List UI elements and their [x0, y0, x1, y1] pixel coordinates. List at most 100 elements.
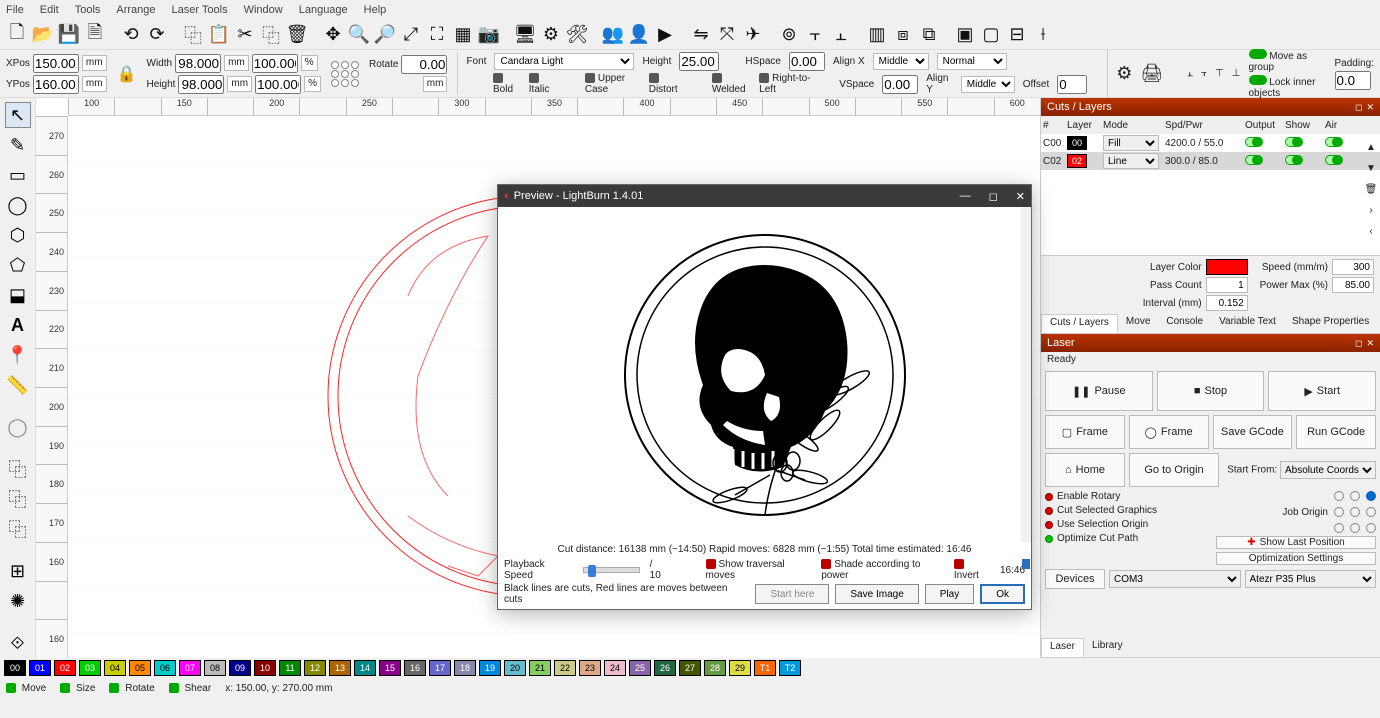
lock-inner-toggle[interactable]	[1249, 75, 1267, 85]
preview-icon[interactable]: ▦	[452, 24, 474, 46]
layer-up-icon[interactable]: ▲	[1366, 142, 1376, 153]
settings-icon[interactable]: ⚙	[540, 24, 562, 46]
mirror-h-icon[interactable]: ⇋	[690, 24, 712, 46]
save-icon[interactable]: 💾	[58, 24, 80, 46]
frame-button[interactable]: ▢ Frame	[1045, 415, 1125, 449]
star-tool[interactable]: ⬠	[5, 252, 31, 278]
arrange-3-icon[interactable]: ⧉	[918, 24, 940, 46]
marker-tool[interactable]: 📍	[5, 342, 31, 368]
palette-19[interactable]: 19	[479, 660, 501, 676]
welded-toggle[interactable]: Welded	[712, 73, 751, 95]
palette-10[interactable]: 10	[254, 660, 276, 676]
mirror-v-icon[interactable]: ⤧	[716, 24, 738, 46]
move-group-toggle[interactable]	[1249, 49, 1267, 59]
alignx-select[interactable]: Middle	[873, 53, 929, 70]
palette-24[interactable]: 24	[604, 660, 626, 676]
align-icon[interactable]: ⫟	[804, 24, 826, 46]
aligny-select[interactable]: Middle	[961, 76, 1015, 93]
open-icon[interactable]: 📂	[32, 24, 54, 46]
copy-icon[interactable]: ⿻	[182, 24, 204, 46]
palette-01[interactable]: 01	[29, 660, 51, 676]
delete-icon[interactable]: 🗑	[286, 24, 308, 46]
optimization-settings-button[interactable]: Optimization Settings	[1216, 552, 1376, 565]
palette-T2[interactable]: T2	[779, 660, 801, 676]
select-tool[interactable]: ↖	[5, 102, 31, 128]
start-here-button[interactable]: Start here	[755, 584, 829, 604]
boolean-3-tool[interactable]: ⿻	[5, 516, 31, 542]
distort-toggle[interactable]: Distort	[649, 73, 684, 95]
cuts-row[interactable]: C0000Fill4200.0 / 55.0	[1041, 134, 1380, 152]
play-button[interactable]: Play	[925, 584, 974, 604]
run-gcode-button[interactable]: Run GCode	[1296, 415, 1376, 449]
boolean-1-tool[interactable]: ⿻	[5, 456, 31, 482]
minimize-icon[interactable]: —	[960, 190, 971, 203]
font-select[interactable]: Candara Light	[494, 53, 634, 70]
nine-point-origin[interactable]	[331, 61, 359, 87]
menu-laser-tools[interactable]: Laser Tools	[172, 4, 228, 16]
palette-18[interactable]: 18	[454, 660, 476, 676]
xpos-input[interactable]	[33, 54, 79, 73]
align-tools-3-icon[interactable]: ⊤	[1215, 68, 1224, 79]
align-tools-2-icon[interactable]: ⫟	[1201, 68, 1207, 79]
width-pct-input[interactable]	[252, 54, 298, 73]
pause-button[interactable]: ❚❚ Pause	[1045, 371, 1153, 411]
palette-26[interactable]: 26	[654, 660, 676, 676]
cut-selected-check[interactable]: Cut Selected Graphics	[1045, 505, 1206, 516]
arrange-1-icon[interactable]: ▥	[866, 24, 888, 46]
laser-close-icon[interactable]: ✕	[1366, 338, 1374, 348]
zoom-out-icon[interactable]: 🔎	[374, 24, 396, 46]
polygon-tool[interactable]: ⬡	[5, 222, 31, 248]
optimize-check[interactable]: Optimize Cut Path	[1045, 533, 1206, 544]
status-move[interactable]: Move	[6, 683, 46, 694]
tab-library[interactable]: Library	[1084, 638, 1131, 657]
laser-undock-icon[interactable]: ◻	[1355, 338, 1362, 348]
devices-button[interactable]: Devices	[1045, 569, 1105, 589]
lock-icon[interactable]: 🔒	[117, 64, 137, 84]
palette-04[interactable]: 04	[104, 660, 126, 676]
palette-03[interactable]: 03	[79, 660, 101, 676]
palette-13[interactable]: 13	[329, 660, 351, 676]
playback-speed-slider[interactable]	[583, 567, 640, 573]
menu-tools[interactable]: Tools	[75, 4, 101, 16]
break-icon[interactable]: ⊟	[1006, 24, 1028, 46]
palette-23[interactable]: 23	[579, 660, 601, 676]
palette-21[interactable]: 21	[529, 660, 551, 676]
italic-toggle[interactable]: Italic	[529, 73, 557, 95]
tab-console[interactable]: Console	[1158, 314, 1211, 333]
zoom-selection-icon[interactable]: ⛶	[426, 24, 448, 46]
menu-language[interactable]: Language	[299, 4, 348, 16]
tab-move[interactable]: Move	[1118, 314, 1158, 333]
frame-circle-button[interactable]: ◯ Frame	[1129, 415, 1209, 449]
palette-16[interactable]: 16	[404, 660, 426, 676]
enable-rotary-check[interactable]: Enable Rotary	[1045, 491, 1206, 502]
oval-tool[interactable]: ◯	[5, 414, 31, 440]
draw-line-tool[interactable]: ✎	[5, 132, 31, 158]
rotate-input[interactable]	[401, 55, 447, 74]
circle-tool[interactable]: ◯	[5, 192, 31, 218]
new-icon[interactable]: 🗋	[6, 24, 28, 46]
menu-file[interactable]: File	[6, 4, 24, 16]
use-sel-origin-check[interactable]: Use Selection Origin	[1045, 519, 1206, 530]
palette-20[interactable]: 20	[504, 660, 526, 676]
palette-14[interactable]: 14	[354, 660, 376, 676]
go-origin-button[interactable]: Go to Origin	[1129, 453, 1219, 487]
zoom-in-icon[interactable]: 🔍	[348, 24, 370, 46]
tab-cuts[interactable]: Cuts / Layers	[1041, 314, 1118, 333]
palette-11[interactable]: 11	[279, 660, 301, 676]
ypos-input[interactable]	[33, 75, 79, 94]
power-input[interactable]	[1332, 277, 1374, 293]
palette-08[interactable]: 08	[204, 660, 226, 676]
height-input[interactable]	[178, 75, 224, 94]
arrange-2-icon[interactable]: ⧈	[892, 24, 914, 46]
play-icon[interactable]: ▶	[654, 24, 676, 46]
grid-tool[interactable]: ⊞	[5, 558, 31, 584]
zoom-frame-icon[interactable]: ⤢	[400, 24, 422, 46]
undo-icon[interactable]: ⟲	[120, 24, 142, 46]
layer-down-icon[interactable]: ▼	[1366, 163, 1376, 174]
preview-titlebar[interactable]: ◐ Preview - LightBurn 1.4.01 — ◻ ✕	[498, 185, 1031, 207]
redo-icon[interactable]: ⟳	[146, 24, 168, 46]
status-shear[interactable]: Shear	[169, 683, 211, 694]
palette-27[interactable]: 27	[679, 660, 701, 676]
start-button[interactable]: ▶ Start	[1268, 371, 1376, 411]
port-select[interactable]: COM3	[1109, 570, 1241, 588]
